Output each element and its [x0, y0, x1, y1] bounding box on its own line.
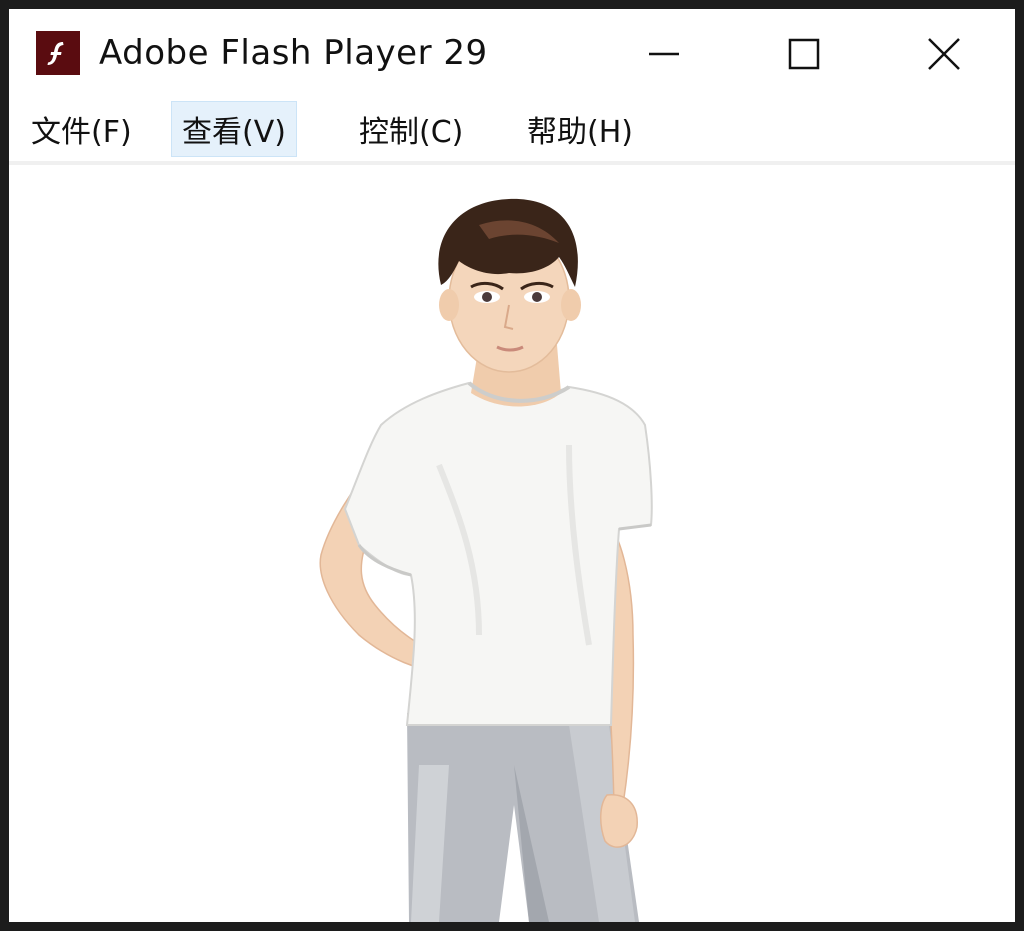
menu-view[interactable]: 查看(V): [171, 101, 297, 157]
menu-file[interactable]: 文件(F): [21, 101, 142, 157]
flash-player-window: Adobe Flash Player 29 文件(F) 查看(V) 控制(C) …: [9, 9, 1015, 922]
close-button[interactable]: [874, 9, 1014, 99]
maximize-button[interactable]: [734, 9, 874, 99]
minimize-icon: [649, 52, 679, 56]
menu-control[interactable]: 控制(C): [349, 101, 473, 157]
flash-player-icon[interactable]: [36, 31, 80, 75]
maximize-icon: [788, 38, 820, 70]
title-bar[interactable]: Adobe Flash Player 29: [9, 9, 1015, 99]
character-illustration: [319, 198, 653, 922]
minimize-button[interactable]: [594, 9, 734, 99]
menu-help[interactable]: 帮助(H): [517, 101, 643, 157]
menu-bar: 文件(F) 查看(V) 控制(C) 帮助(H): [9, 99, 1015, 165]
window-title: Adobe Flash Player 29: [99, 33, 488, 73]
close-icon: [928, 38, 960, 70]
flash-stage[interactable]: [9, 165, 1015, 922]
